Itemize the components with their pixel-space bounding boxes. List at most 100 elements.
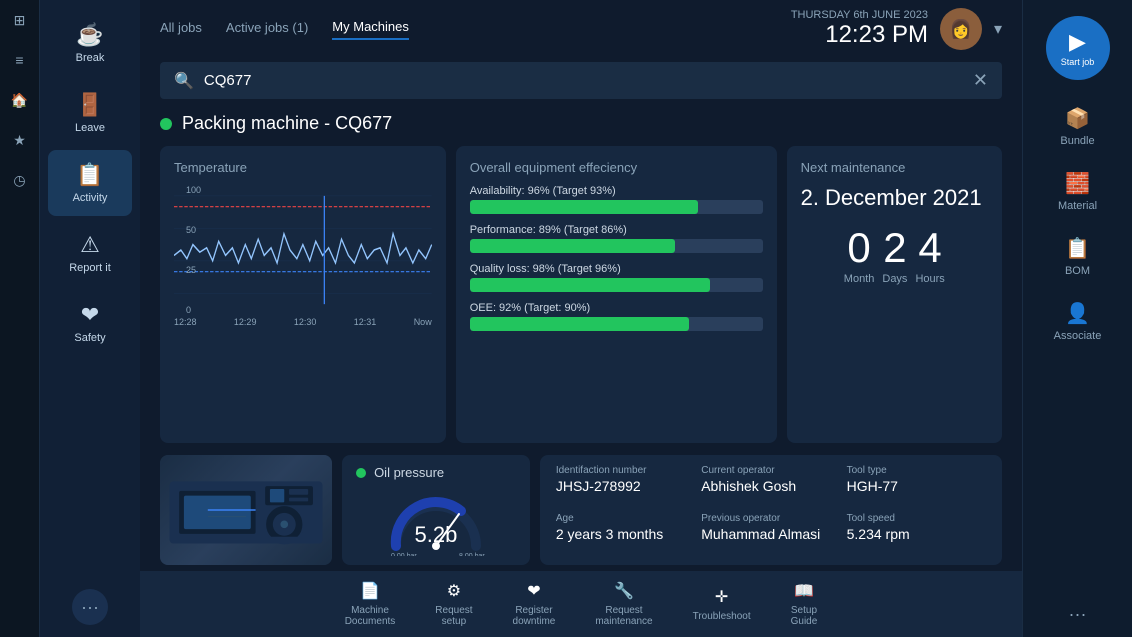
right-panel-material[interactable]: 🧱 Material (1033, 161, 1123, 222)
sidebar-item-leave[interactable]: 🚪 Leave (48, 80, 132, 146)
svg-text:0.00 bar: 0.00 bar (391, 553, 417, 556)
info-previous-operator: Previous operator Muhammad Almasi (701, 513, 840, 555)
sidebar-item-report-it[interactable]: ⚠ Report it (48, 220, 132, 286)
info-identification: Identifaction number JHSJ-278992 (556, 465, 695, 507)
avatar[interactable]: 👩 (940, 8, 982, 50)
request-setup-icon: ⚙ (447, 581, 461, 601)
countdown-days: 2 Days (882, 227, 907, 285)
oee-label-availability: Availability: 96% (Target 93%) (470, 185, 763, 197)
info-value-current-op: Abhishek Gosh (701, 478, 840, 494)
bottom-action-request-maintenance[interactable]: 🔧 Requestmaintenance (595, 581, 652, 627)
rp-label-bom: BOM (1065, 265, 1090, 277)
countdown: 0 Month 2 Days 4 Hours (801, 227, 988, 285)
machine-documents-icon: 📄 (360, 581, 380, 601)
maintenance-card-title: Next maintenance (801, 160, 988, 175)
info-label-prev-op: Previous operator (701, 513, 840, 524)
start-job-button[interactable]: ▶ Start job (1046, 16, 1110, 80)
chevron-down-icon[interactable]: ▾ (994, 19, 1002, 39)
bottom-label-setup-guide: SetupGuide (791, 605, 818, 627)
request-maintenance-icon: 🔧 (614, 581, 634, 601)
search-icon: 🔍 (174, 71, 194, 91)
right-panel-bundle[interactable]: 📦 Bundle (1033, 96, 1123, 157)
info-tool-speed: Tool speed 5.234 rpm (847, 513, 986, 555)
grid-icon[interactable]: ⊞ (8, 8, 32, 32)
report-icon: ⚠ (80, 232, 100, 258)
status-dot (160, 118, 172, 130)
x-label-2: 12:29 (234, 317, 257, 327)
rp-label-associate: Associate (1054, 330, 1102, 342)
right-panel: ▶ Start job 📦 Bundle 🧱 Material 📋 BOM 👤 … (1022, 0, 1132, 637)
machine-image (160, 455, 332, 565)
menu-icon[interactable]: ≡ (8, 48, 32, 72)
tab-my-machines[interactable]: My Machines (332, 19, 409, 40)
info-label-tool-speed: Tool speed (847, 513, 986, 524)
register-downtime-icon: ❤ (527, 581, 540, 601)
search-input[interactable] (204, 72, 973, 89)
bottom-action-troubleshoot[interactable]: ✛ Troubleshoot (693, 587, 751, 622)
header: All jobs Active jobs (1) My Machines THU… (140, 0, 1022, 54)
countdown-hours-value: 4 (918, 227, 941, 269)
bottom-label-register-downtime: Registerdowntime (513, 605, 556, 627)
oee-card: Overall equipment effeciency Availabilit… (456, 146, 777, 443)
sidebar-more-button[interactable]: ··· (72, 589, 108, 625)
bottom-label-troubleshoot: Troubleshoot (693, 611, 751, 622)
oil-header: Oil pressure (356, 465, 516, 480)
oil-pressure-card: Oil pressure 0.00 bar 8.00 bar 5.2b (342, 455, 530, 565)
countdown-months-value: 0 (847, 227, 870, 269)
oil-gauge: 0.00 bar 8.00 bar 5.2b (356, 486, 516, 556)
oee-label-oee: OEE: 92% (Target: 90%) (470, 302, 763, 314)
right-panel-more-button[interactable]: ··· (1069, 604, 1087, 625)
tab-active-jobs[interactable]: Active jobs (1) (226, 20, 308, 39)
bottom-action-register-downtime[interactable]: ❤ Registerdowntime (513, 581, 556, 627)
oee-row-performance: Performance: 89% (Target 86%) (470, 224, 763, 253)
main-content: All jobs Active jobs (1) My Machines THU… (140, 0, 1022, 637)
coffee-icon: ☕ (76, 22, 103, 48)
info-label-age: Age (556, 513, 695, 524)
bottom-action-request-setup[interactable]: ⚙ Requestsetup (435, 581, 472, 627)
oee-row-quality: Quality loss: 98% (Target 96%) (470, 263, 763, 292)
bottom-label-machine-documents: MachineDocuments (345, 605, 396, 627)
header-right: THURSDAY 6th JUNE 2023 12:23 PM 👩 ▾ (791, 8, 1002, 50)
countdown-days-value: 2 (883, 227, 906, 269)
x-label-4: 12:31 (354, 317, 377, 327)
datetime: THURSDAY 6th JUNE 2023 12:23 PM (791, 9, 928, 49)
machine-title-bar: Packing machine - CQ677 (140, 107, 1022, 140)
info-current-operator: Current operator Abhishek Gosh (701, 465, 840, 507)
x-label-1: 12:28 (174, 317, 197, 327)
bottom-action-machine-documents[interactable]: 📄 MachineDocuments (345, 581, 396, 627)
star-icon[interactable]: ★ (8, 128, 32, 152)
info-tool-type: Tool type HGH-77 (847, 465, 986, 507)
time-display: 12:23 PM (791, 21, 928, 49)
bottom-action-bar: 📄 MachineDocuments ⚙ Requestsetup ❤ Regi… (140, 571, 1022, 637)
start-job-label: Start job (1061, 57, 1095, 67)
maintenance-date: 2. December 2021 (801, 185, 988, 211)
chart-x-labels: 12:28 12:29 12:30 12:31 Now (174, 317, 432, 327)
bottom-action-setup-guide[interactable]: 📖 SetupGuide (791, 581, 818, 627)
sidebar-item-safety[interactable]: ❤ Safety (48, 290, 132, 356)
sidebar-label-report-it: Report it (69, 262, 111, 274)
tab-all-jobs[interactable]: All jobs (160, 20, 202, 39)
sidebar-item-activity[interactable]: 📋 Activity (48, 150, 132, 216)
safety-icon: ❤ (81, 302, 99, 328)
recent-icon[interactable]: ◷ (8, 168, 32, 192)
oee-label-quality: Quality loss: 98% (Target 96%) (470, 263, 763, 275)
right-panel-associate[interactable]: 👤 Associate (1033, 291, 1123, 352)
right-panel-bom[interactable]: 📋 BOM (1033, 226, 1123, 287)
rp-label-bundle: Bundle (1060, 135, 1094, 147)
oee-bar-availability (470, 200, 763, 214)
bom-icon: 📋 (1065, 236, 1090, 261)
sidebar-item-break[interactable]: ☕ Break (48, 10, 132, 76)
sidebar-label-activity: Activity (73, 192, 108, 204)
material-icon: 🧱 (1065, 171, 1090, 196)
close-icon[interactable]: ✕ (973, 70, 988, 91)
oee-bar-quality (470, 278, 763, 292)
oee-card-title: Overall equipment effeciency (470, 160, 763, 175)
info-label-id: Identifaction number (556, 465, 695, 476)
countdown-months: 0 Month (844, 227, 875, 285)
svg-text:8.00 bar: 8.00 bar (459, 553, 485, 556)
temperature-chart: 10050250 (174, 185, 432, 315)
home-icon[interactable]: 🏠 (8, 88, 32, 112)
machine-name: Packing machine - CQ677 (182, 113, 392, 134)
leave-icon: 🚪 (76, 92, 103, 118)
bottom-label-request-maintenance: Requestmaintenance (595, 605, 652, 627)
